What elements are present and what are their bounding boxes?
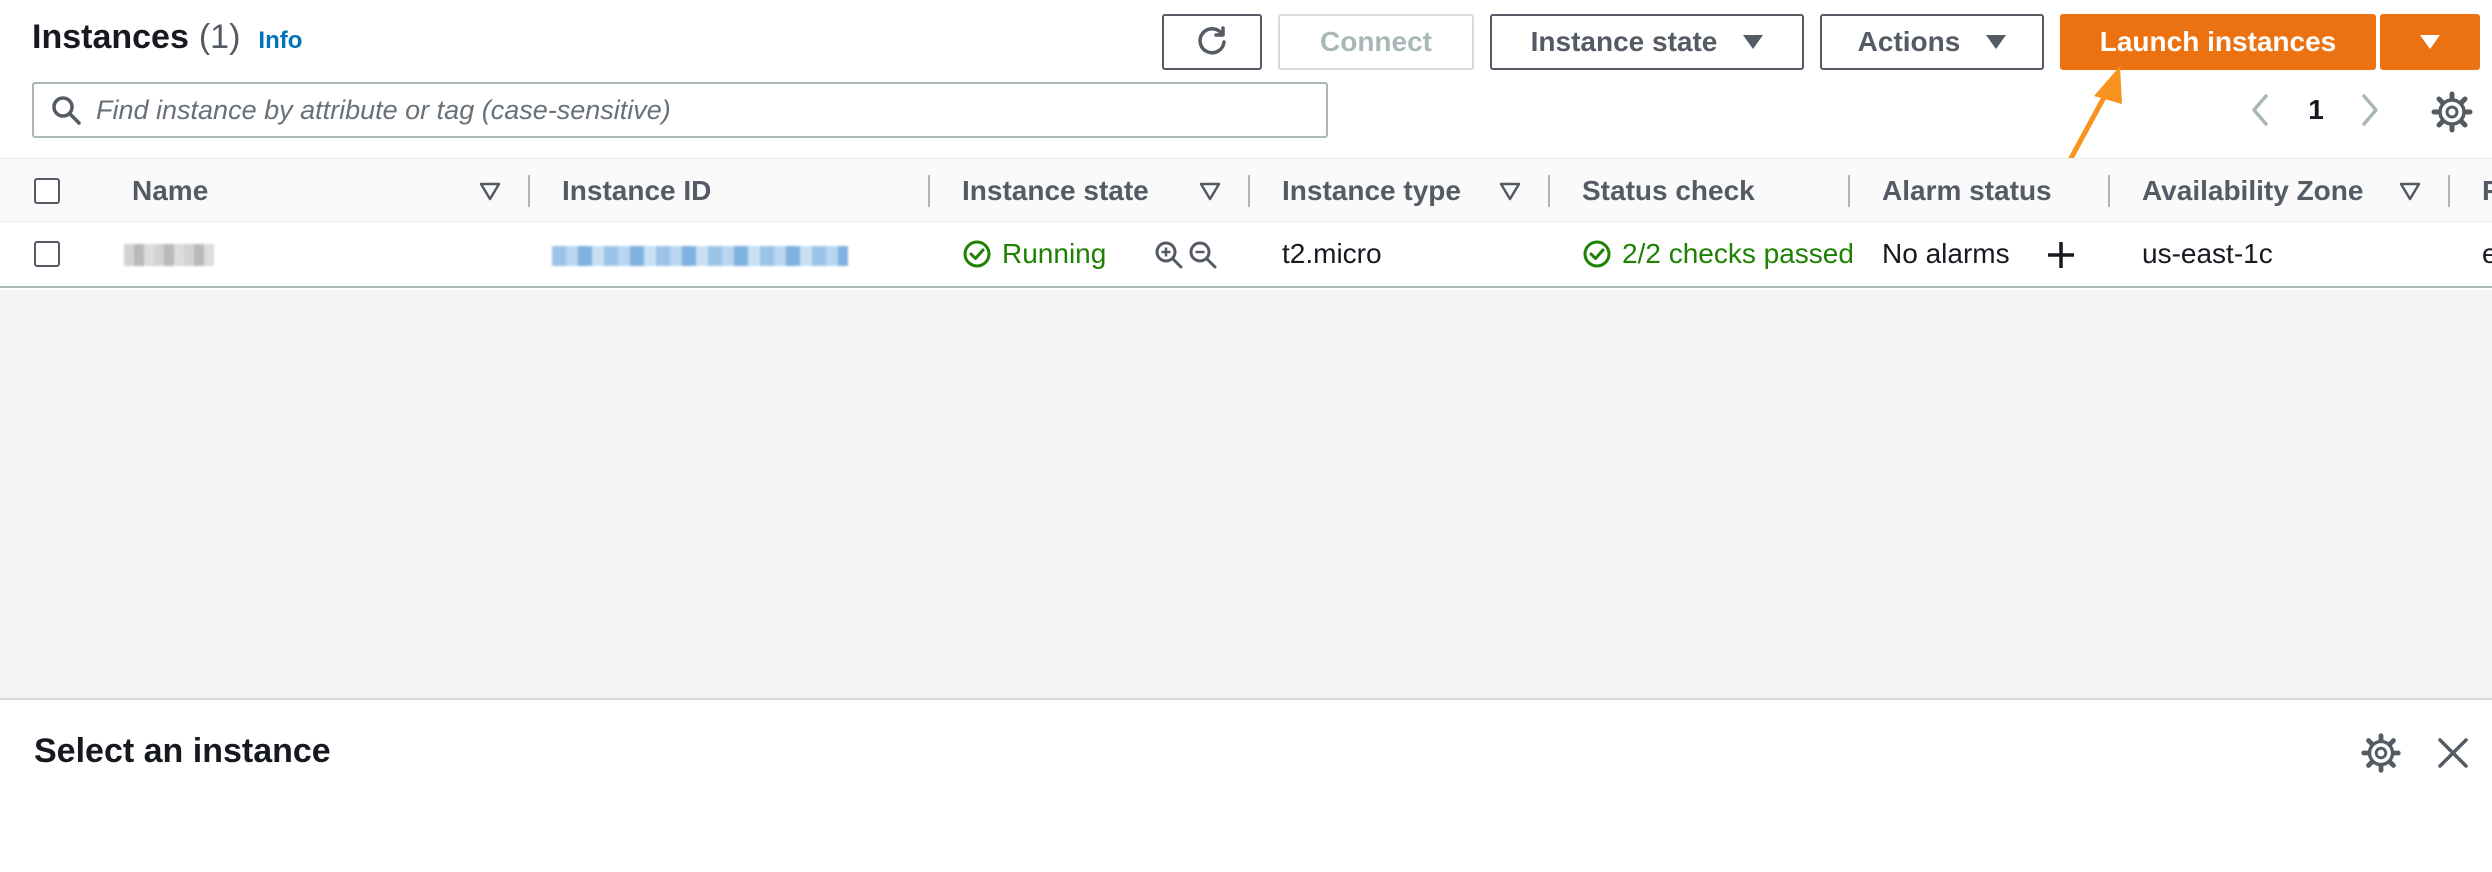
- zoom-out-icon[interactable]: [1188, 240, 1218, 270]
- column-header-availability-zone[interactable]: Availability Zone: [2142, 159, 2363, 223]
- refresh-button[interactable]: [1162, 14, 1262, 70]
- check-circle-icon: [963, 240, 991, 268]
- actions-button[interactable]: Actions: [1820, 14, 2044, 70]
- column-header-truncated[interactable]: P: [2482, 159, 2492, 223]
- actions-label: Actions: [1857, 26, 1961, 57]
- connect-button[interactable]: Connect: [1278, 14, 1474, 70]
- caret-down-icon: [2420, 35, 2440, 49]
- details-split-panel: Select an instance: [0, 700, 2492, 872]
- info-link[interactable]: Info: [258, 27, 302, 55]
- zoom-in-icon[interactable]: [1154, 240, 1184, 270]
- refresh-icon: [1198, 26, 1226, 55]
- instance-state-value: Running: [1002, 238, 1107, 269]
- column-divider[interactable]: [2448, 175, 2450, 207]
- table-empty-area: [0, 290, 2492, 698]
- connect-label: Connect: [1320, 26, 1432, 57]
- sort-icon[interactable]: [478, 179, 502, 203]
- column-divider[interactable]: [928, 175, 930, 207]
- search-input[interactable]: [96, 94, 1276, 126]
- table-preferences-button[interactable]: [2428, 88, 2476, 136]
- instance-state-label: Instance state: [1530, 26, 1718, 57]
- truncated-cell: e: [2482, 238, 2492, 269]
- annotation-arrow-icon: [2067, 66, 2122, 163]
- instance-state-cell: Running: [962, 222, 1106, 286]
- column-header-alarm-status[interactable]: Alarm status: [1882, 159, 2052, 223]
- next-page-button[interactable]: [2350, 86, 2390, 134]
- instance-type-cell: t2.micro: [1282, 238, 1382, 269]
- column-divider[interactable]: [2108, 175, 2110, 207]
- add-alarm-plus-icon[interactable]: [2044, 238, 2078, 272]
- column-divider[interactable]: [1548, 175, 1550, 207]
- launch-instances-label: Launch instances: [2099, 26, 2337, 57]
- search-field[interactable]: [32, 82, 1328, 138]
- instance-count: (1): [198, 18, 241, 56]
- table-header: Name Instance ID Instance state Instance…: [0, 158, 2492, 222]
- close-icon: [2438, 738, 2468, 768]
- sort-icon[interactable]: [2398, 179, 2422, 203]
- status-check-value: 2/2 checks passed: [1622, 238, 1852, 269]
- title-row: Instances (1) Info: [32, 18, 302, 57]
- instance-name-redacted: [124, 244, 214, 266]
- chevron-left-icon: [2252, 94, 2268, 126]
- split-panel-title: Select an instance: [34, 732, 331, 770]
- column-header-name[interactable]: Name: [132, 159, 208, 223]
- gear-icon: [2361, 733, 2401, 773]
- alarm-status-cell: No alarms: [1882, 238, 2010, 269]
- caret-down-icon: [1743, 35, 1764, 49]
- column-header-instance-id[interactable]: Instance ID: [562, 159, 711, 223]
- caret-down-icon: [1986, 35, 2007, 49]
- table-row[interactable]: Running t2.micro 2/2 checks passed No al…: [0, 222, 2492, 288]
- split-panel-close-button[interactable]: [2430, 730, 2476, 776]
- column-header-status-check[interactable]: Status check: [1582, 159, 1755, 223]
- instance-state-button[interactable]: Instance state: [1490, 14, 1804, 70]
- column-divider[interactable]: [1248, 175, 1250, 207]
- split-panel-settings-button[interactable]: [2358, 730, 2404, 776]
- availability-zone-cell: us-east-1c: [2142, 238, 2273, 269]
- chevron-right-icon: [2362, 94, 2378, 126]
- page-title: Instances: [32, 18, 189, 56]
- sort-icon[interactable]: [1198, 179, 1222, 203]
- column-divider[interactable]: [528, 175, 530, 207]
- sort-icon[interactable]: [1498, 179, 1522, 203]
- previous-page-button[interactable]: [2240, 86, 2280, 134]
- status-check-cell: 2/2 checks passed: [1582, 222, 1852, 286]
- column-header-instance-type[interactable]: Instance type: [1282, 159, 1461, 223]
- select-all-checkbox[interactable]: [34, 178, 60, 204]
- column-header-instance-state[interactable]: Instance state: [962, 159, 1149, 223]
- search-icon: [52, 96, 81, 125]
- check-circle-icon: [1583, 240, 1611, 268]
- column-divider[interactable]: [1848, 175, 1850, 207]
- instance-id-link-redacted[interactable]: [552, 246, 848, 266]
- gear-icon: [2431, 91, 2473, 133]
- row-checkbox[interactable]: [34, 241, 60, 267]
- page-number[interactable]: 1: [2296, 86, 2336, 134]
- launch-dropdown-button[interactable]: [2380, 14, 2480, 70]
